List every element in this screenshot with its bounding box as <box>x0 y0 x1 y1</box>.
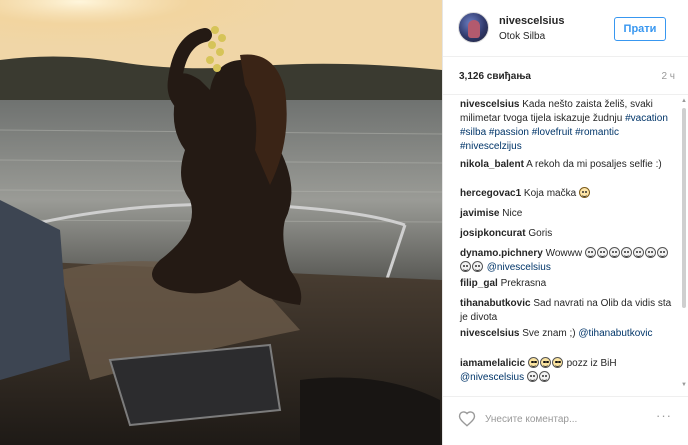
smile-emoji-icon <box>632 247 644 258</box>
follow-button[interactable]: Прати <box>614 17 666 41</box>
smile-emoji-icon <box>608 247 620 258</box>
smile-emoji-icon <box>656 247 668 258</box>
post-side-panel: nivescelsius Otok Silba Прати 3,126 свиђ… <box>442 0 688 445</box>
mention-link[interactable]: @tihanabutkovic <box>578 328 652 339</box>
comment-text: A rekoh da mi posaljes selfie :) <box>523 159 662 170</box>
comment-item: filip_gal Prekrasna <box>460 277 672 291</box>
comment-item: nivescelsius Kada nešto zaista želiš, sv… <box>460 98 672 154</box>
scroll-up-icon[interactable]: ▲ <box>681 98 687 104</box>
mention-link[interactable]: @nivescelsius <box>487 262 551 273</box>
cat-emoji-icon <box>578 187 590 198</box>
smile-emoji-icon <box>538 371 550 382</box>
comment-item: dynamo.pichnery Wowww @nivescelsius <box>460 247 672 275</box>
smile-emoji-icon <box>584 247 596 258</box>
header-location[interactable]: Otok Silba <box>499 31 545 42</box>
comment-item: iamamelalicic pozz iz BiH @nivescelsius <box>460 357 672 385</box>
header-username[interactable]: nivescelsius <box>499 15 564 27</box>
comment-text: Sve znam ;) <box>519 328 579 339</box>
comment-username[interactable]: nivescelsius <box>460 99 519 110</box>
post-time[interactable]: 2 ч <box>661 71 675 82</box>
comment-item: hercegovac1 Koja mačka <box>460 187 672 201</box>
comment-username[interactable]: nikola_balent <box>460 159 524 170</box>
comment-text: Goris <box>525 228 553 239</box>
comment-item: josipkoncurat Goris <box>460 227 672 241</box>
sunglasses-emoji-icon <box>527 357 539 368</box>
smile-emoji-icon <box>472 261 483 272</box>
hashtag-link[interactable]: #passion <box>489 127 529 138</box>
heart-icon[interactable] <box>458 410 476 428</box>
mention-link[interactable]: @nivescelsius <box>460 372 524 383</box>
smile-emoji-icon <box>526 371 538 382</box>
comment-username[interactable]: iamamelalicic <box>460 358 525 369</box>
instagram-post: nivescelsius Otok Silba Прати 3,126 свиђ… <box>0 0 688 445</box>
comment-item: nikola_balent A rekoh da mi posaljes sel… <box>460 158 672 172</box>
comment-username[interactable]: hercegovac1 <box>460 188 521 199</box>
comment-username[interactable]: dynamo.pichnery <box>460 248 543 259</box>
comment-item: javimise Nice <box>460 207 672 221</box>
sunglasses-emoji-icon <box>539 357 551 368</box>
comment-text: pozz iz BiH <box>563 358 617 369</box>
scroll-down-icon[interactable]: ▼ <box>681 382 687 388</box>
likes-count[interactable]: 3,126 свиђања <box>459 71 531 82</box>
comment-username[interactable]: javimise <box>460 208 499 219</box>
comment-username[interactable]: nivescelsius <box>460 328 519 339</box>
comment-item: tihanabutkovic Sad navrati na Olib da vi… <box>460 297 672 325</box>
hashtag-link[interactable]: #nivescelzijus <box>460 141 522 152</box>
post-photo[interactable] <box>0 0 442 445</box>
photo-illustration <box>0 0 442 445</box>
comment-username[interactable]: josipkoncurat <box>460 228 526 239</box>
post-footer: ··· <box>443 396 688 445</box>
smile-emoji-icon <box>460 261 471 272</box>
hashtag-link[interactable]: #silba <box>460 127 486 138</box>
post-stats: 3,126 свиђања 2 ч <box>443 57 688 95</box>
smile-emoji-icon <box>620 247 632 258</box>
scrollbar-thumb[interactable] <box>682 108 686 308</box>
comment-text: Nice <box>499 208 523 219</box>
comment-input[interactable] <box>485 411 645 427</box>
smile-emoji-icon <box>644 247 656 258</box>
sunglasses-emoji-icon <box>551 357 563 368</box>
comments-list[interactable]: nivescelsius Kada nešto zaista želiš, sv… <box>443 96 688 392</box>
hashtag-link[interactable]: #vacation <box>625 113 668 124</box>
post-header: nivescelsius Otok Silba Прати <box>443 0 688 57</box>
more-options-button[interactable]: ··· <box>653 409 675 426</box>
comments-scrollbar[interactable]: ▲ ▼ <box>681 98 687 388</box>
smile-emoji-icon <box>596 247 608 258</box>
hashtag-link[interactable]: #romantic <box>575 127 619 138</box>
comment-text: Prekrasna <box>497 278 547 289</box>
hashtag-link[interactable]: #lovefruit <box>532 127 573 138</box>
avatar[interactable] <box>458 12 489 43</box>
comment-username[interactable]: filip_gal <box>460 278 498 289</box>
comment-username[interactable]: tihanabutkovic <box>460 298 531 309</box>
comment-text: Wowww <box>542 248 585 259</box>
comment-item: nivescelsius Sve znam ;) @tihanabutkovic <box>460 327 672 341</box>
comment-text: Koja mačka <box>521 188 579 199</box>
